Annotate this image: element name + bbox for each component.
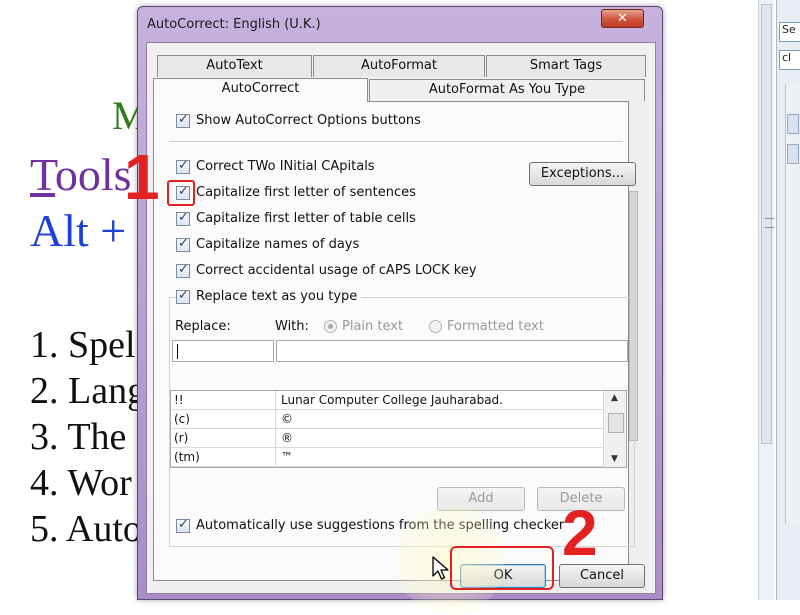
option-label: Capitalize first letter of table cells	[196, 211, 416, 226]
checkbox[interactable]	[176, 262, 190, 278]
show-options-label: Show AutoCorrect Options buttons	[196, 113, 421, 128]
side-pane: Se cl	[776, 0, 800, 600]
formatted-text-radio-row[interactable]: Formatted text	[429, 319, 544, 334]
close-button[interactable]: ✕	[601, 9, 644, 28]
list-item[interactable]: (c) ©	[171, 410, 603, 429]
option-label: Capitalize first letter of sentences	[196, 185, 416, 200]
annotation-step-number: 2	[562, 497, 598, 569]
scroll-down-icon[interactable]: ▼	[611, 454, 618, 464]
mouse-pointer-icon	[432, 556, 449, 580]
show-options-checkbox[interactable]	[176, 112, 190, 128]
checkbox[interactable]	[176, 210, 190, 226]
replace-text-checkbox[interactable]	[176, 288, 190, 304]
doc-list-item: 3. The	[30, 416, 127, 458]
doc-heading-tools-first: T	[30, 149, 55, 200]
close-icon: ✕	[617, 11, 628, 26]
doc-list-item: 2. Lang	[30, 370, 147, 412]
scroll-up-icon[interactable]: ▲	[611, 393, 618, 403]
tab-autoformat-as-you-type[interactable]: AutoFormat As You Type	[369, 79, 645, 101]
doc-heading-alt: Alt +	[30, 205, 127, 256]
list-item[interactable]: (tm) ™	[171, 448, 603, 467]
side-pane-button[interactable]	[787, 144, 799, 164]
replace-label: Replace:	[175, 319, 231, 334]
column-divider	[275, 391, 276, 410]
list-item-with: ®	[281, 431, 293, 445]
annotation-step-number: 1	[124, 141, 160, 213]
doc-list-item: 1. Spel	[30, 324, 136, 366]
doc-heading-tools: Tools	[30, 148, 132, 201]
scrollbar-thumb[interactable]	[761, 4, 774, 444]
list-scrollbar-thumb[interactable]	[608, 413, 624, 433]
doc-heading-tools-rest: ools	[54, 149, 132, 200]
side-pane-search-input[interactable]: Se	[779, 22, 800, 42]
side-pane-field[interactable]: cl	[779, 50, 800, 70]
list-item[interactable]: (r) ®	[171, 429, 603, 448]
option-label: Correct accidental usage of cAPS LOCK ke…	[196, 263, 477, 278]
option-label: Correct TWo INitial CApitals	[196, 159, 375, 174]
side-pane-scrollbar[interactable]	[785, 84, 799, 524]
tab-autotext[interactable]: AutoText	[157, 55, 312, 77]
checkbox[interactable]	[176, 158, 190, 174]
list-scrollbar[interactable]: ▲ ▼	[603, 391, 626, 467]
plain-text-radio-row[interactable]: Plain text	[324, 319, 403, 334]
formatted-text-radio[interactable]	[429, 320, 442, 333]
option-capitalize-table-cells[interactable]: Capitalize first letter of table cells	[176, 210, 416, 226]
plain-text-label: Plain text	[342, 319, 404, 334]
dialog-title: AutoCorrect: English (U.K.)	[147, 17, 321, 32]
list-item-replace: (c)	[174, 412, 190, 426]
plain-text-radio[interactable]	[324, 320, 337, 333]
option-capitalize-sentences[interactable]: Capitalize first letter of sentences	[176, 184, 416, 200]
formatted-text-label: Formatted text	[447, 319, 544, 334]
annotation-highlight-ok	[450, 546, 554, 590]
option-correct-two-initial-capitals[interactable]: Correct TWo INitial CApitals	[176, 158, 375, 174]
option-label: Capitalize names of days	[196, 237, 360, 252]
tab-smart-tags[interactable]: Smart Tags	[486, 55, 646, 77]
tab-autocorrect[interactable]: AutoCorrect	[153, 78, 368, 102]
replace-text-label: Replace text as you type	[196, 289, 358, 304]
spelling-suggestions-checkbox-row[interactable]: Automatically use suggestions from the s…	[176, 517, 565, 533]
column-divider	[275, 429, 276, 448]
list-item-replace: (tm)	[174, 450, 200, 464]
checkbox[interactable]	[176, 236, 190, 252]
spelling-suggestions-checkbox[interactable]	[176, 517, 190, 533]
side-pane-button[interactable]	[787, 114, 799, 134]
column-divider	[275, 410, 276, 429]
tab-autoformat[interactable]: AutoFormat	[313, 55, 485, 77]
doc-list-item: 5. Auto	[30, 508, 142, 550]
list-item-with: Lunar Computer College Jauharabad.	[281, 393, 503, 407]
exceptions-button[interactable]: Exceptions...	[529, 162, 636, 186]
replacement-list[interactable]: !! Lunar Computer College Jauharabad. (c)…	[170, 390, 627, 468]
option-capitalize-days[interactable]: Capitalize names of days	[176, 236, 360, 252]
grip-icon	[765, 218, 774, 228]
column-divider	[275, 448, 276, 467]
show-options-checkbox-row[interactable]: Show AutoCorrect Options buttons	[176, 112, 421, 128]
option-caps-lock[interactable]: Correct accidental usage of cAPS LOCK ke…	[176, 262, 477, 278]
list-item-with: ™	[281, 450, 293, 464]
annotation-highlight-checkbox	[167, 180, 195, 206]
spelling-suggestions-label: Automatically use suggestions from the s…	[196, 518, 565, 533]
doc-list-item: 4. Wor	[30, 462, 132, 504]
list-item-with: ©	[281, 412, 293, 426]
text-caret	[177, 344, 178, 359]
replace-input[interactable]	[172, 340, 274, 362]
list-item[interactable]: !! Lunar Computer College Jauharabad.	[171, 391, 603, 410]
replace-text-checkbox-row[interactable]: Replace text as you type	[176, 288, 362, 304]
with-input[interactable]	[276, 340, 628, 362]
list-item-replace: !!	[174, 393, 184, 407]
document-vertical-scrollbar[interactable]	[758, 0, 774, 600]
separator	[169, 141, 623, 142]
list-item-replace: (r)	[174, 431, 189, 445]
with-label: With:	[275, 319, 309, 334]
